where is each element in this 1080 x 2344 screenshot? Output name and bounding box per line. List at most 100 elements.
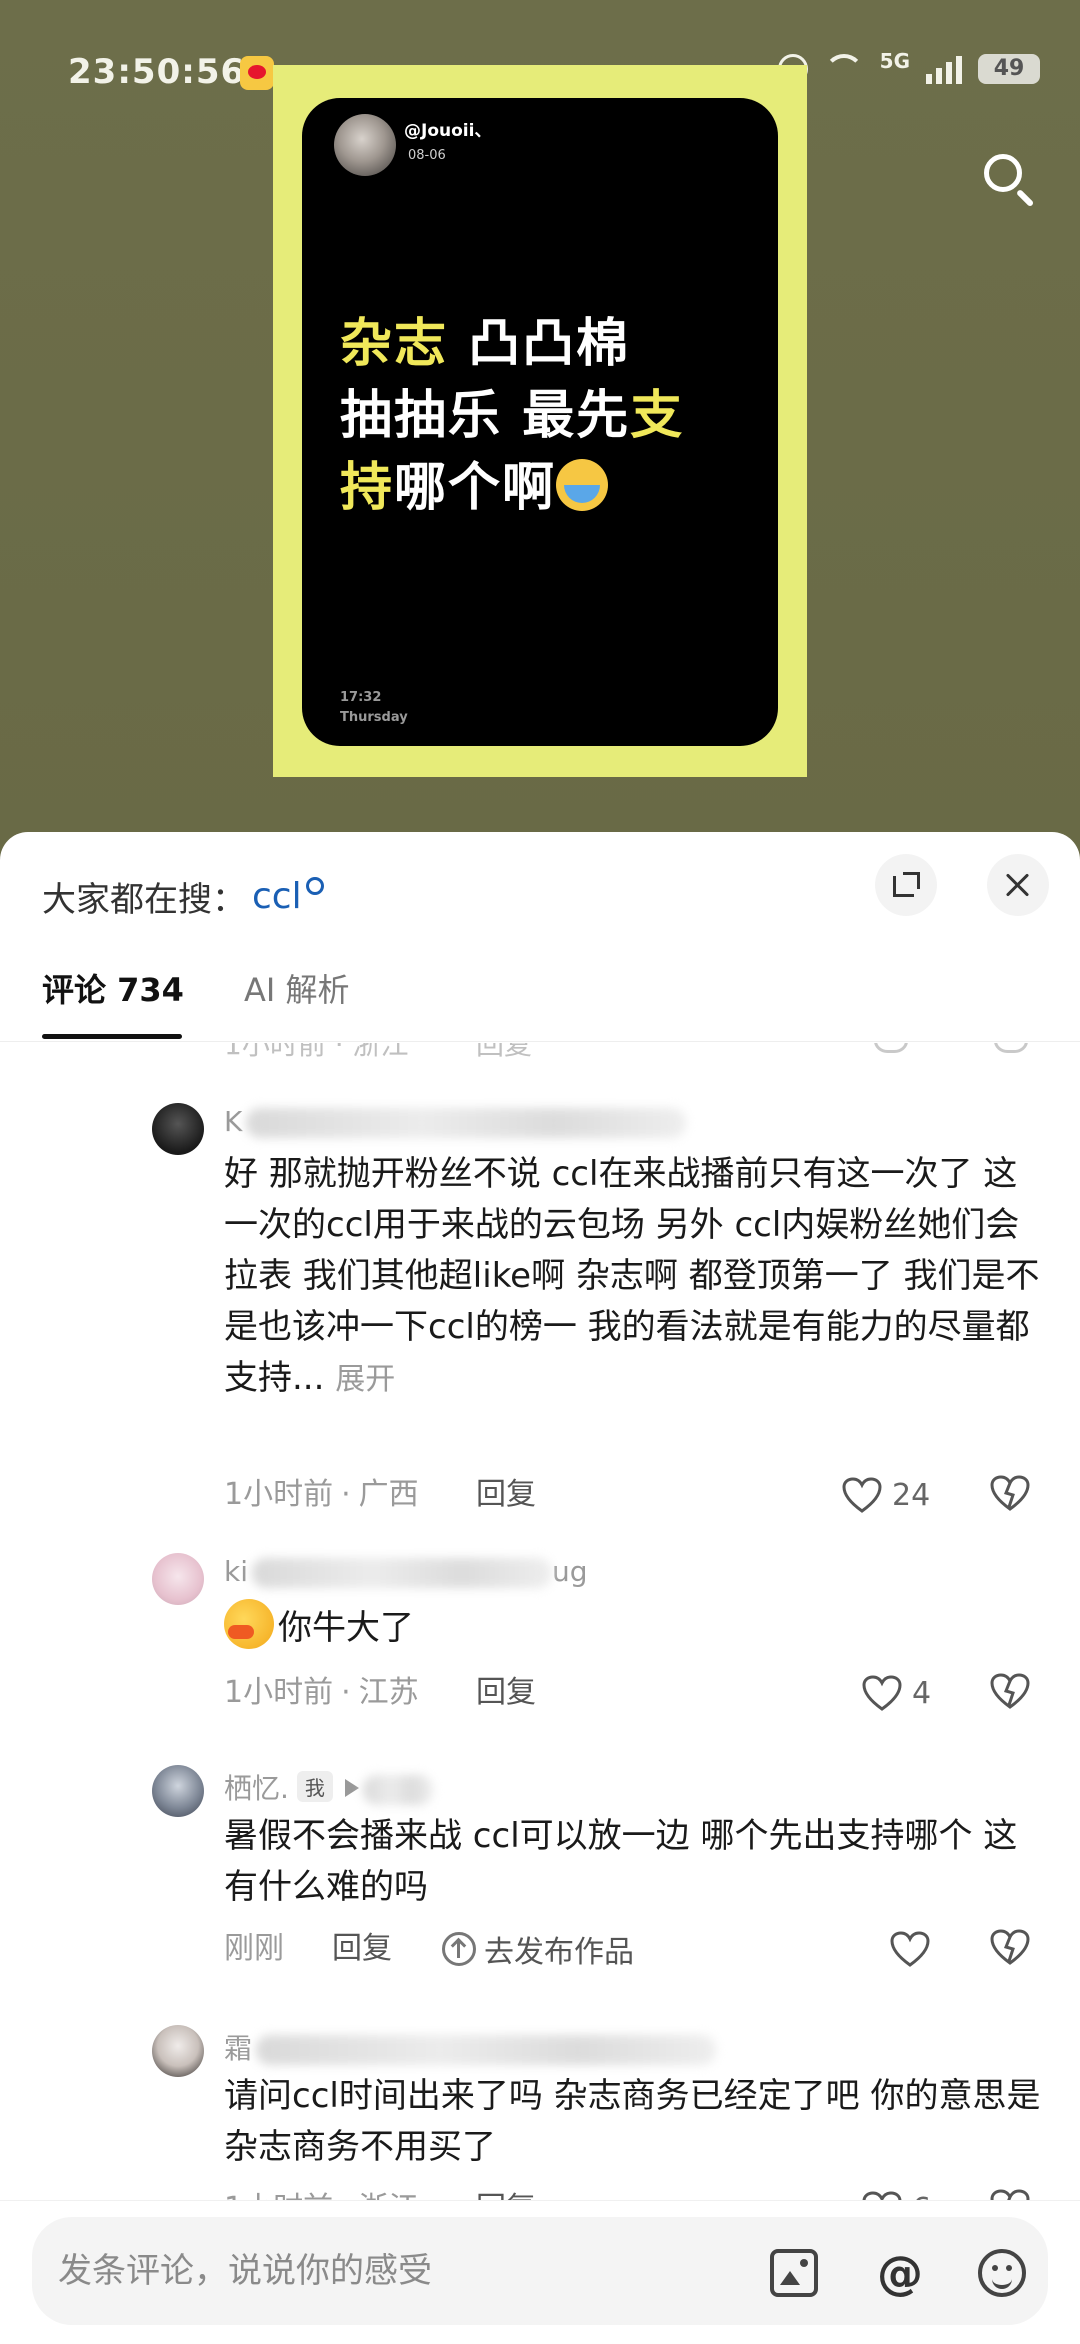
- like-count: 24: [892, 1477, 931, 1513]
- comment-author[interactable]: ki ug: [224, 1555, 588, 1588]
- post-text-part: 支: [630, 386, 685, 446]
- blurred-name: [246, 1108, 687, 1138]
- post-image: @Jouoii、 08-06 杂志 凸凸棉 抽抽乐 最先支 持哪个啊 17:32…: [302, 98, 778, 746]
- reply-button[interactable]: 回复: [476, 1473, 536, 1517]
- trending-search-bar[interactable]: 大家都在搜： ccl: [42, 866, 324, 926]
- comment-time: 刚刚: [224, 1931, 284, 1966]
- comment-input-bar: 发条评论，说说你的感受 @: [0, 2200, 1080, 2344]
- comment-text: 好 那就抛开粉丝不说 ccl在来战播前只有这一次了 这一次的ccl用于来战的云包…: [224, 1149, 1044, 1405]
- play-icon: [344, 1779, 359, 1797]
- comment-author-visible: ki: [224, 1555, 248, 1588]
- comment-list[interactable]: 1小时前 · 浙江 回复 K 好 那就抛开粉丝不说 ccl在来战播前只有这一次了…: [0, 1043, 1080, 2303]
- trending-term-link[interactable]: ccl: [252, 876, 302, 917]
- comment-time: 1小时前: [224, 1675, 334, 1710]
- comment-author[interactable]: 栖忆. 我: [224, 1767, 433, 1807]
- like-button[interactable]: 4: [862, 1671, 931, 1715]
- battery-icon: 49: [978, 54, 1040, 84]
- network-type: 5G: [879, 49, 910, 73]
- blurred-name: [252, 1558, 552, 1588]
- avatar[interactable]: [152, 2025, 204, 2077]
- dislike-icon[interactable]: [990, 1673, 1030, 1711]
- comment-sheet: 大家都在搜： ccl 评论 734 AI 解析 1小时前 · 浙江 回复 K 好…: [0, 832, 1080, 2344]
- comment-body: 你牛大了: [278, 1608, 414, 1648]
- comment-location: 广西: [358, 1477, 419, 1512]
- comment-author[interactable]: 霜: [224, 2027, 717, 2067]
- avatar[interactable]: [152, 1765, 204, 1817]
- close-sheet-button[interactable]: [987, 854, 1049, 916]
- post-text-part: 持: [340, 458, 395, 518]
- tab-ai-analysis[interactable]: AI 解析: [244, 962, 350, 1042]
- heart-icon: [842, 1477, 882, 1513]
- image-icon[interactable]: [770, 2249, 818, 2297]
- comment-input[interactable]: 发条评论，说说你的感受 @: [32, 2217, 1048, 2325]
- comment-author-visible: 霜: [224, 2032, 253, 2065]
- comment-text: 暑假不会播来战 ccl可以放一边 哪个先出支持哪个 这有什么难的吗: [224, 1811, 1044, 1913]
- post-clock-day: Thursday: [340, 710, 408, 725]
- crying-emoji-icon: [556, 459, 609, 511]
- comment-location: 江苏: [358, 1675, 419, 1710]
- search-icon[interactable]: [980, 150, 1036, 208]
- like-button[interactable]: [890, 1927, 940, 1971]
- wifi-icon: [823, 54, 864, 84]
- at-icon[interactable]: @: [876, 2249, 924, 2297]
- comment-author-visible: K: [224, 1105, 243, 1138]
- heart-icon: [862, 1675, 902, 1711]
- post-text-part: 凸凸棉: [448, 314, 631, 374]
- comment-author[interactable]: K: [224, 1105, 687, 1138]
- status-time: 23:50:56: [68, 52, 246, 92]
- comment-meta: 1小时前 · 江苏: [224, 1675, 419, 1710]
- reply-button[interactable]: 回复: [332, 1927, 392, 1971]
- expand-sheet-button[interactable]: [875, 854, 937, 916]
- comment-author-tail: ug: [552, 1555, 588, 1588]
- comment-tabs: 评论 734 AI 解析: [0, 962, 1080, 1042]
- reply-button[interactable]: 回复: [476, 1671, 536, 1715]
- trending-prefix: 大家都在搜：: [42, 879, 246, 920]
- post-text-part: 哪个啊: [394, 458, 557, 518]
- partial-comment-meta: 1小时前 · 浙江 回复: [224, 1043, 1044, 1063]
- comment-item: K 好 那就抛开粉丝不说 ccl在来战播前只有这一次了 这一次的ccl用于来战的…: [150, 1103, 1060, 1513]
- heart-icon: [890, 1931, 930, 1967]
- like-button[interactable]: 24: [842, 1473, 930, 1517]
- close-icon: [1004, 871, 1032, 899]
- expand-icon: [893, 872, 920, 898]
- avatar[interactable]: [152, 1103, 204, 1155]
- status-icons: 5G 49: [777, 49, 1040, 84]
- dislike-icon[interactable]: [990, 1929, 1030, 1967]
- comment-input-placeholder: 发条评论，说说你的感受: [58, 2251, 432, 2291]
- post-clock-time: 17:32: [340, 690, 382, 705]
- post-text: 杂志 凸凸棉 抽抽乐 最先支 持哪个啊: [340, 308, 760, 524]
- comment-body: 暑假不会播来战 ccl可以放一边 哪个先出支持哪个 这有什么难的吗: [224, 1816, 1018, 1907]
- publish-work-button[interactable]: 去发布作品: [442, 1927, 634, 1971]
- avatar[interactable]: [152, 1553, 204, 1605]
- search-icon: [305, 877, 324, 895]
- comment-time: 1小时前 · 浙江: [224, 1043, 409, 1061]
- post-author-avatar: [334, 114, 396, 176]
- comment-body: 请问ccl时间出来了吗 杂志商务已经定了吧 你的意思是杂志商务不用买了: [224, 2076, 1041, 2167]
- blurred-name: [362, 1775, 433, 1805]
- like-icon[interactable]: [874, 1043, 908, 1053]
- comment-meta: 刚刚: [224, 1927, 284, 1971]
- me-badge: 我: [296, 1771, 333, 1802]
- post-date: 08-06: [408, 148, 446, 163]
- expand-link[interactable]: 展开: [335, 1362, 395, 1397]
- post-author-name: @Jouoii、: [404, 121, 492, 141]
- post-text-part: 抽抽乐 最先: [340, 386, 631, 446]
- reply-button[interactable]: 回复: [476, 1043, 532, 1063]
- blurred-name: [256, 2035, 717, 2065]
- tab-comments[interactable]: 评论 734: [42, 962, 184, 1042]
- comment-author-visible: 栖忆.: [224, 1772, 289, 1805]
- signal-icon: [926, 54, 962, 84]
- emoji-icon[interactable]: [978, 2249, 1026, 2297]
- comment-text: 你牛大了: [224, 1599, 1044, 1654]
- post-text-part: 杂志: [340, 314, 449, 374]
- dislike-icon[interactable]: [994, 1043, 1028, 1053]
- upload-icon: [442, 1932, 476, 1966]
- comment-meta: 1小时前 · 广西: [224, 1477, 419, 1512]
- like-count: 4: [912, 1675, 932, 1711]
- weibo-notification-icon: [240, 56, 274, 90]
- dislike-icon[interactable]: [990, 1475, 1030, 1513]
- publish-label: 去发布作品: [484, 1935, 634, 1970]
- post-clock: 17:32 Thursday: [340, 688, 408, 728]
- comment-time: 1小时前: [224, 1477, 334, 1512]
- comment-text: 请问ccl时间出来了吗 杂志商务已经定了吧 你的意思是杂志商务不用买了: [224, 2071, 1044, 2173]
